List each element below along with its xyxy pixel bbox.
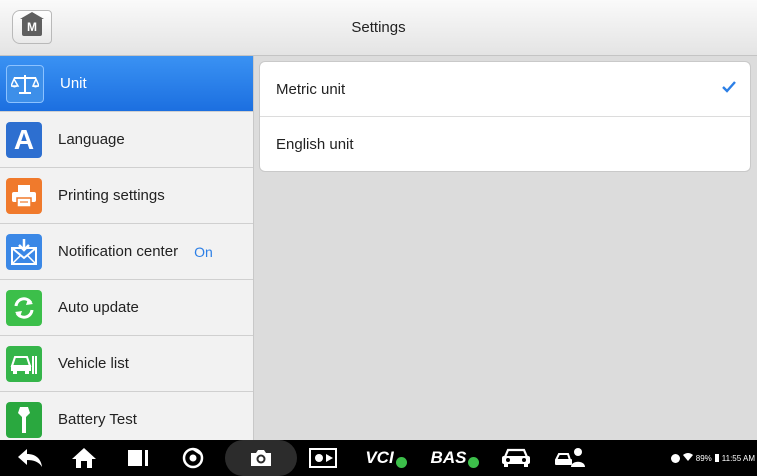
option-english-unit[interactable]: English unit [260,116,750,171]
letter-a-icon: A [6,121,42,158]
unit-options-panel: Metric unit English unit [259,61,751,172]
bluetooth-status-icon [670,453,680,463]
vehicle-shortcut-button[interactable] [498,443,534,473]
status-bar: 89% 11:55 AM [670,440,757,476]
notification-status: On [194,243,213,260]
bas-status-dot-icon [468,456,480,468]
printer-icon [6,177,42,214]
balance-scale-icon [6,64,44,103]
sidebar-item-label: Auto update [58,299,139,316]
browser-icon [182,447,204,469]
sidebar-item-vehicle-list[interactable]: Vehicle list [0,336,253,392]
option-metric-unit[interactable]: Metric unit [260,62,750,116]
camera-button[interactable] [225,440,297,476]
mail-download-icon [6,233,42,270]
battery-icon [714,454,719,462]
home-icon: M [20,12,44,36]
sidebar-item-label: Language [58,131,125,148]
bas-button[interactable]: BAS [424,443,486,473]
page-title: Settings [351,19,406,36]
browser-button[interactable] [175,443,211,473]
back-arrow-icon [18,449,42,467]
refresh-icon [6,289,42,326]
recent-apps-button[interactable] [120,443,156,473]
vci-button[interactable]: VCI [356,443,416,473]
vci-status-dot-icon [395,456,407,468]
option-label: Metric unit [276,80,346,98]
remote-expert-button[interactable] [550,443,590,473]
sidebar-item-battery-test[interactable]: Battery Test [0,392,253,440]
vci-label: VCI [365,448,394,467]
screen-record-icon [309,448,337,468]
battery-tester-icon [6,401,42,438]
battery-percent: 89% [695,453,712,463]
home-nav-button[interactable] [66,443,102,473]
sidebar-item-label: Battery Test [58,411,137,428]
sidebar-item-label: Unit [60,75,87,92]
settings-sidebar: Unit A Language Printing settings Notifi… [0,56,254,440]
checkmark-icon [722,80,736,97]
wifi-icon [682,453,693,463]
top-bar: Settings M [0,0,757,56]
option-label: English unit [276,135,354,153]
bas-label: BAS [430,448,467,467]
screen-record-button[interactable] [305,443,341,473]
recent-apps-icon [128,450,148,466]
home-button[interactable]: M [12,10,52,44]
sidebar-item-language[interactable]: A Language [0,112,253,168]
system-navigation-bar: VCI BAS 89% 11:55 AM [0,440,757,476]
sidebar-item-label: Notification center [58,243,179,260]
car-list-icon [6,345,42,382]
sidebar-item-notification-center[interactable]: Notification center On [0,224,253,280]
sidebar-item-label: Printing settings [58,187,165,204]
sidebar-item-auto-update[interactable]: Auto update [0,280,253,336]
sidebar-item-unit[interactable]: Unit [0,56,253,112]
car-technician-icon [555,448,585,467]
camera-icon [251,450,271,466]
back-button[interactable] [12,443,48,473]
clock: 11:55 AM [721,453,755,463]
sidebar-item-label: Vehicle list [58,355,129,372]
car-icon [502,448,530,467]
home-nav-icon [72,448,96,468]
sidebar-item-printing-settings[interactable]: Printing settings [0,168,253,224]
